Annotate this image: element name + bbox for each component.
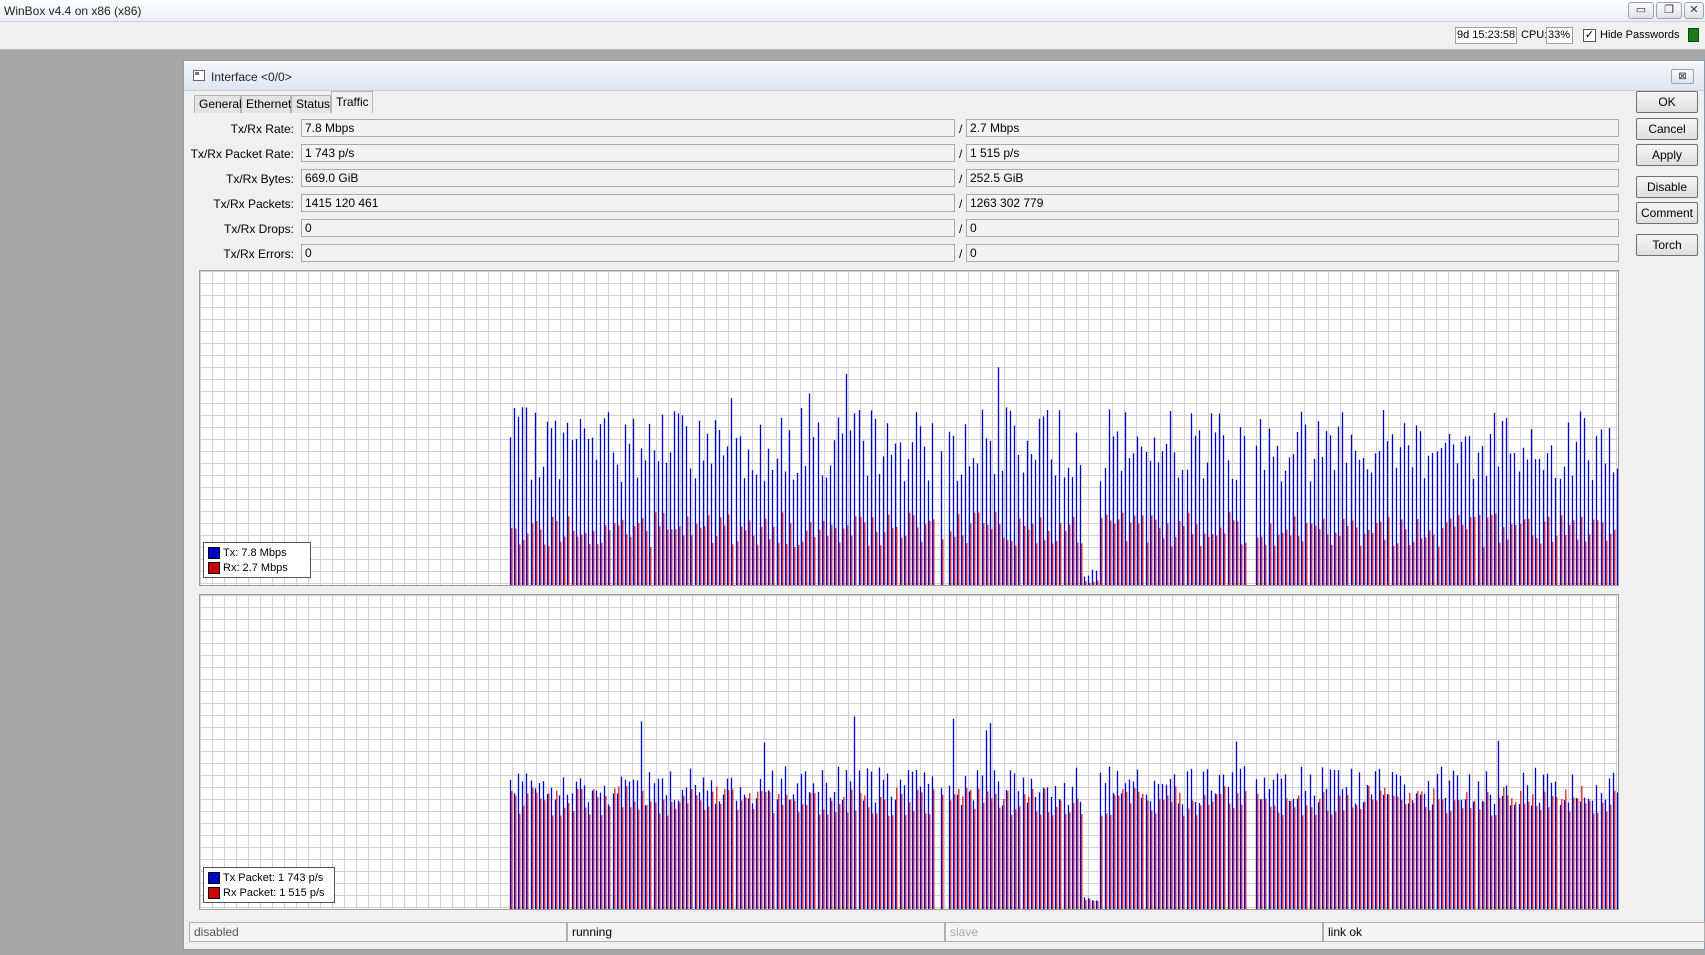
- rx-bytes-field[interactable]: 252.5 GiB: [966, 169, 1619, 187]
- main-toolbar: 9d 15:23:58 CPU: 33% ✓ Hide Passwords: [0, 22, 1705, 50]
- connection-status-icon: [1688, 28, 1699, 42]
- rx-packets-field[interactable]: 1263 302 779: [966, 194, 1619, 212]
- hide-passwords-checkbox[interactable]: ✓: [1583, 29, 1596, 42]
- tx-legend-swatch: [208, 546, 220, 559]
- status-slave: slave: [945, 922, 1323, 942]
- packet-rate-chart: Tx Packet: 1 743 p/s Rx Packet: 1 515 p/…: [199, 594, 1619, 910]
- window-title: WinBox v4.4 on x86 (x86): [4, 4, 142, 18]
- hide-passwords-label: Hide Passwords: [1600, 29, 1680, 41]
- status-bar: disabled running slave link ok: [184, 920, 1705, 944]
- tab-general[interactable]: General: [194, 95, 242, 113]
- separator: /: [959, 172, 963, 186]
- tx-packet-legend-swatch: [208, 871, 220, 884]
- tx-rx-bytes-label: Tx/Rx Bytes:: [225, 172, 294, 186]
- torch-button[interactable]: Torch: [1636, 234, 1698, 256]
- tab-traffic[interactable]: Traffic: [331, 91, 373, 113]
- interface-dialog: Interface <0/0> ⊠ General Ethernet Statu…: [183, 60, 1705, 950]
- minimize-icon[interactable]: ▭: [1628, 2, 1654, 19]
- separator: /: [959, 147, 963, 161]
- cancel-button[interactable]: Cancel: [1636, 118, 1698, 140]
- window-title-bar: WinBox v4.4 on x86 (x86) ▭ ❐ ✕: [0, 0, 1705, 22]
- tx-packet-legend-label: Tx Packet: 1 743 p/s: [223, 871, 324, 884]
- traffic-rate-chart-svg: [200, 271, 1618, 585]
- disable-button[interactable]: Disable: [1636, 176, 1698, 198]
- dialog-close-icon[interactable]: ⊠: [1671, 69, 1694, 84]
- status-link: link ok: [1323, 922, 1705, 942]
- tx-legend-label: Tx: 7.8 Mbps: [223, 546, 287, 559]
- rx-packet-rate-field[interactable]: 1 515 p/s: [966, 144, 1619, 162]
- cpu-label: CPU:: [1521, 29, 1548, 41]
- ok-button[interactable]: OK: [1636, 91, 1698, 113]
- rx-legend-swatch: [208, 561, 220, 574]
- comment-button[interactable]: Comment: [1636, 202, 1698, 224]
- tab-status[interactable]: Status: [291, 95, 331, 113]
- rx-packet-legend-label: Rx Packet: 1 515 p/s: [223, 886, 325, 899]
- tx-rx-drops-label: Tx/Rx Drops:: [223, 222, 294, 236]
- tx-rx-rate-label: Tx/Rx Rate:: [230, 122, 294, 136]
- packet-rate-chart-svg: [200, 595, 1618, 909]
- tx-drops-field[interactable]: 0: [301, 219, 955, 237]
- restore-icon[interactable]: ❐: [1656, 2, 1682, 19]
- separator: /: [959, 197, 963, 211]
- uptime-display: 9d 15:23:58: [1455, 27, 1517, 44]
- close-icon[interactable]: ✕: [1684, 2, 1704, 19]
- tab-ethernet[interactable]: Ethernet: [241, 95, 291, 113]
- traffic-rate-chart: Tx: 7.8 Mbps Rx: 2.7 Mbps: [199, 270, 1619, 586]
- separator: /: [959, 222, 963, 236]
- apply-button[interactable]: Apply: [1636, 144, 1698, 166]
- separator: /: [959, 122, 963, 136]
- rx-legend-label: Rx: 2.7 Mbps: [223, 561, 288, 574]
- status-disabled: disabled: [189, 922, 567, 942]
- dialog-title-bar: Interface <0/0> ⊠: [184, 61, 1704, 91]
- dialog-title: Interface <0/0>: [211, 70, 292, 84]
- tx-rx-packet-rate-label: Tx/Rx Packet Rate:: [190, 147, 294, 161]
- tx-bytes-field[interactable]: 669.0 GiB: [301, 169, 955, 187]
- rx-packet-legend-swatch: [208, 886, 220, 899]
- tx-errors-field[interactable]: 0: [301, 244, 955, 262]
- rx-drops-field[interactable]: 0: [966, 219, 1619, 237]
- tx-rx-packets-label: Tx/Rx Packets:: [213, 197, 294, 211]
- window-icon: [193, 70, 205, 81]
- tx-packets-field[interactable]: 1415 120 461: [301, 194, 955, 212]
- tx-rate-field[interactable]: 7.8 Mbps: [301, 119, 955, 137]
- packet-rate-legend: Tx Packet: 1 743 p/s Rx Packet: 1 515 p/…: [203, 867, 335, 903]
- rx-errors-field[interactable]: 0: [966, 244, 1619, 262]
- separator: /: [959, 247, 963, 261]
- rx-rate-field[interactable]: 2.7 Mbps: [966, 119, 1619, 137]
- tx-packet-rate-field[interactable]: 1 743 p/s: [301, 144, 955, 162]
- status-running: running: [567, 922, 945, 942]
- traffic-rate-legend: Tx: 7.8 Mbps Rx: 2.7 Mbps: [203, 542, 311, 578]
- tx-rx-errors-label: Tx/Rx Errors:: [223, 247, 294, 261]
- cpu-value: 33%: [1546, 27, 1573, 44]
